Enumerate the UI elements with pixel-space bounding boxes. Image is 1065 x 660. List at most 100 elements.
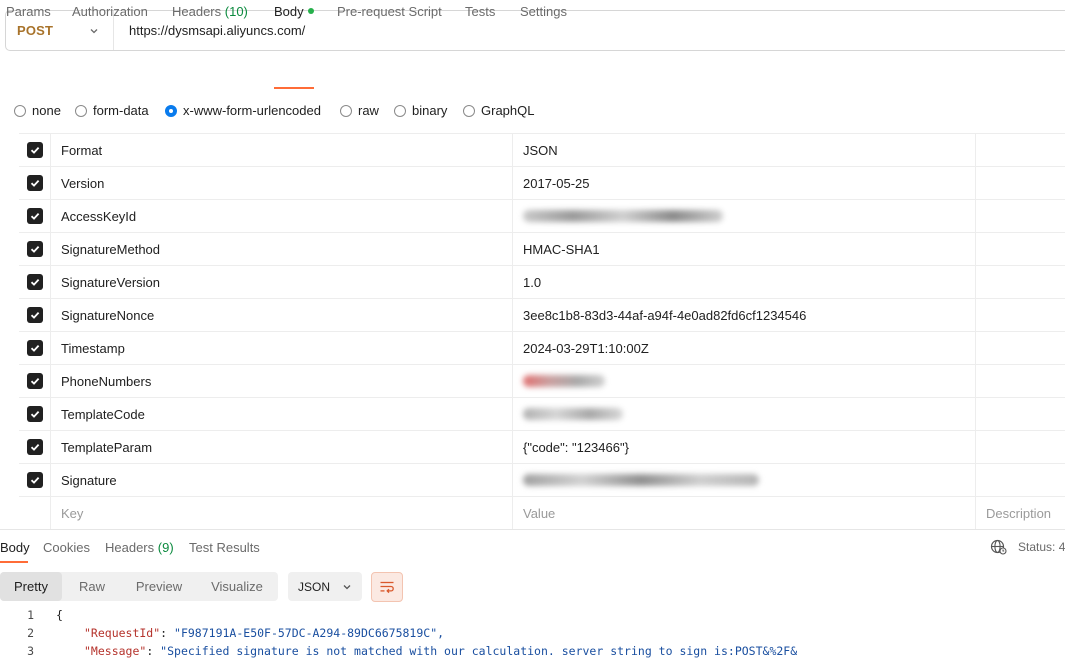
- response-tab-body[interactable]: Body: [0, 540, 30, 555]
- param-value[interactable]: {"code": "123466"}: [513, 431, 976, 463]
- row-checkbox-cell[interactable]: [19, 464, 51, 496]
- row-checkbox-cell[interactable]: [19, 200, 51, 232]
- row-checkbox-cell[interactable]: [19, 167, 51, 199]
- key-placeholder[interactable]: Key: [51, 497, 513, 529]
- param-description[interactable]: [976, 233, 1065, 265]
- view-preview-button[interactable]: Preview: [122, 572, 196, 601]
- param-value[interactable]: 3ee8c1b8-83d3-44af-a94f-4e0ad82fd6cf1234…: [513, 299, 976, 331]
- tab-pre-request-script[interactable]: Pre-request Script: [337, 4, 442, 19]
- table-row: TemplateParam {"code": "123466"}: [19, 430, 1065, 463]
- method-label: POST: [17, 23, 54, 38]
- code-line: 3 "Message": "Specified signature is not…: [0, 644, 1065, 660]
- param-key[interactable]: Version: [51, 167, 513, 199]
- radio-raw[interactable]: raw: [340, 103, 379, 118]
- checkbox-checked-icon[interactable]: [26, 208, 43, 224]
- tab-params[interactable]: Params: [6, 4, 51, 19]
- row-checkbox-cell[interactable]: [19, 134, 51, 166]
- row-checkbox-cell[interactable]: [19, 233, 51, 265]
- checkbox-checked-icon[interactable]: [26, 175, 43, 191]
- chevron-down-icon: [342, 582, 352, 592]
- param-key[interactable]: Timestamp: [51, 332, 513, 364]
- view-pretty-button[interactable]: Pretty: [0, 572, 62, 601]
- row-checkbox-cell[interactable]: [19, 398, 51, 430]
- table-row: SignatureVersion 1.0: [19, 265, 1065, 298]
- param-description[interactable]: [976, 200, 1065, 232]
- param-description[interactable]: [976, 464, 1065, 496]
- checkbox-checked-icon[interactable]: [26, 241, 43, 257]
- redacted-blur: [523, 375, 605, 387]
- view-visualize-button[interactable]: Visualize: [196, 572, 278, 601]
- param-key[interactable]: SignatureVersion: [51, 266, 513, 298]
- row-checkbox-cell[interactable]: [19, 365, 51, 397]
- code-line: 2 "RequestId": "F987191A-E50F-57DC-A294-…: [0, 626, 1065, 644]
- param-value-redacted[interactable]: [513, 200, 976, 232]
- param-key[interactable]: TemplateParam: [51, 431, 513, 463]
- tab-body[interactable]: Body: [274, 4, 314, 19]
- checkbox-checked-icon[interactable]: [26, 472, 43, 488]
- radio-binary[interactable]: binary: [394, 103, 447, 118]
- radio-graphql-circle: [463, 104, 475, 117]
- checkbox-checked-icon[interactable]: [26, 274, 43, 290]
- row-checkbox-cell[interactable]: [19, 332, 51, 364]
- tab-headers[interactable]: Headers (10): [172, 4, 248, 19]
- checkbox-checked-icon[interactable]: [26, 340, 43, 356]
- param-description[interactable]: [976, 398, 1065, 430]
- param-key[interactable]: AccessKeyId: [51, 200, 513, 232]
- param-value-redacted[interactable]: [513, 365, 976, 397]
- param-key[interactable]: TemplateCode: [51, 398, 513, 430]
- response-tab-headers[interactable]: Headers (9): [105, 540, 174, 555]
- param-key[interactable]: SignatureMethod: [51, 233, 513, 265]
- response-tab-test-results[interactable]: Test Results: [189, 540, 260, 555]
- response-tab-headers-label: Headers: [105, 540, 155, 555]
- checkbox-checked-icon[interactable]: [26, 373, 43, 389]
- code-text: "RequestId": "F987191A-E50F-57DC-A294-89…: [84, 626, 445, 640]
- table-row: Timestamp 2024-03-29T1:10:00Z: [19, 331, 1065, 364]
- radio-binary-label: binary: [412, 103, 448, 118]
- row-checkbox-cell[interactable]: [19, 299, 51, 331]
- globe-icon[interactable]: [990, 539, 1007, 555]
- tab-tests[interactable]: Tests: [465, 4, 495, 19]
- checkbox-checked-icon[interactable]: [26, 142, 43, 158]
- param-value[interactable]: JSON: [513, 134, 976, 166]
- tab-settings[interactable]: Settings: [520, 4, 567, 19]
- wrap-lines-button[interactable]: [371, 572, 403, 602]
- param-key[interactable]: Signature: [51, 464, 513, 496]
- param-description[interactable]: [976, 365, 1065, 397]
- radio-graphql[interactable]: GraphQL: [463, 103, 534, 118]
- param-value[interactable]: 1.0: [513, 266, 976, 298]
- response-active-indicator: [0, 561, 28, 563]
- radio-form-data[interactable]: form-data: [75, 103, 149, 118]
- param-description[interactable]: [976, 299, 1065, 331]
- description-placeholder[interactable]: Description: [976, 497, 1065, 529]
- checkbox-checked-icon[interactable]: [26, 439, 43, 455]
- response-tab-cookies[interactable]: Cookies: [43, 540, 90, 555]
- param-value-redacted[interactable]: [513, 464, 976, 496]
- row-checkbox-cell[interactable]: [19, 431, 51, 463]
- value-placeholder[interactable]: Value: [513, 497, 976, 529]
- redacted-blur: [523, 210, 723, 222]
- param-description[interactable]: [976, 266, 1065, 298]
- param-description[interactable]: [976, 167, 1065, 199]
- radio-x-www-form-urlencoded[interactable]: x-www-form-urlencoded: [165, 103, 321, 118]
- radio-none[interactable]: none: [14, 103, 61, 118]
- checkbox-checked-icon[interactable]: [26, 406, 43, 422]
- checkbox-checked-icon[interactable]: [26, 307, 43, 323]
- param-key[interactable]: Format: [51, 134, 513, 166]
- param-description[interactable]: [976, 431, 1065, 463]
- active-tab-indicator: [274, 87, 314, 89]
- param-description[interactable]: [976, 332, 1065, 364]
- format-select[interactable]: JSON: [288, 572, 362, 601]
- param-value[interactable]: 2024-03-29T1:10:00Z: [513, 332, 976, 364]
- param-key[interactable]: SignatureNonce: [51, 299, 513, 331]
- param-description[interactable]: [976, 134, 1065, 166]
- param-key[interactable]: PhoneNumbers: [51, 365, 513, 397]
- tab-authorization[interactable]: Authorization: [72, 4, 148, 19]
- param-value[interactable]: 2017-05-25: [513, 167, 976, 199]
- url-input[interactable]: [114, 11, 1065, 50]
- radio-form-data-circle: [75, 104, 87, 117]
- radio-none-label: none: [32, 103, 61, 118]
- view-raw-button[interactable]: Raw: [62, 572, 122, 601]
- param-value-redacted[interactable]: [513, 398, 976, 430]
- row-checkbox-cell[interactable]: [19, 266, 51, 298]
- param-value[interactable]: HMAC-SHA1: [513, 233, 976, 265]
